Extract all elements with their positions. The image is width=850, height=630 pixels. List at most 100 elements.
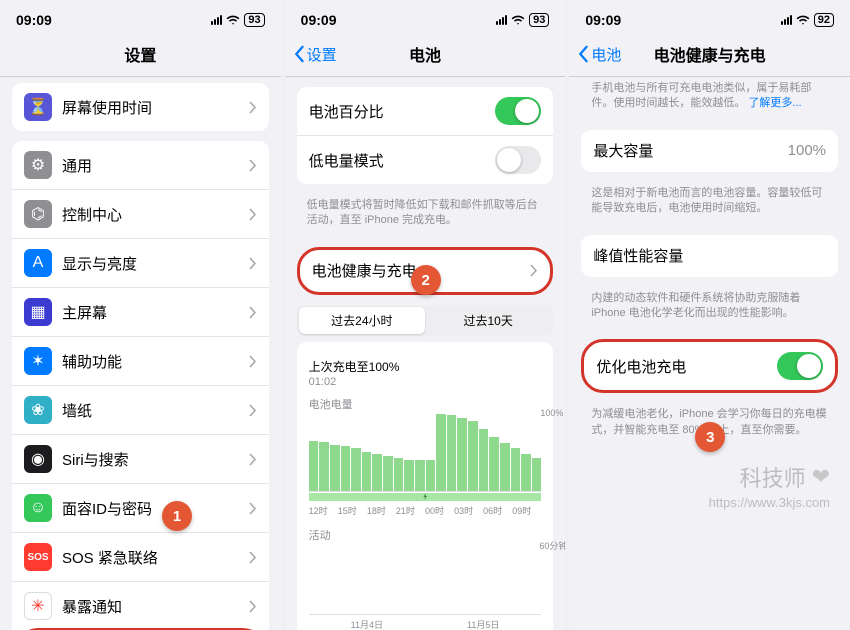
row-control-center[interactable]: ⌬控制中心 bbox=[12, 190, 269, 239]
navbar: 设置 电池 bbox=[285, 34, 566, 77]
phone-settings: 09:09 93 设置 ⏳ 屏幕使用时间 ⚙通用 ⌬控制中心 A显示与亮度 ▦主… bbox=[0, 0, 281, 630]
battery-icon: 93 bbox=[244, 13, 264, 27]
navbar: 设置 bbox=[0, 34, 281, 77]
chevron-right-icon bbox=[249, 355, 257, 368]
flower-icon: ❀ bbox=[24, 396, 52, 424]
sos-icon: SOS bbox=[24, 543, 52, 571]
date-label-2: 11月5日 bbox=[425, 618, 541, 630]
chevron-left-icon bbox=[577, 45, 589, 63]
charging-strip bbox=[309, 493, 542, 501]
max-capacity-value: 100% bbox=[788, 142, 826, 159]
chevron-right-icon bbox=[530, 264, 538, 277]
chevron-right-icon bbox=[249, 257, 257, 270]
chevron-right-icon bbox=[249, 101, 257, 114]
row-siri[interactable]: ◉Siri与搜索 bbox=[12, 435, 269, 484]
text-size-icon: A bbox=[24, 249, 52, 277]
row-accessibility[interactable]: ✶辅助功能 bbox=[12, 337, 269, 386]
row-exposure[interactable]: ✳暴露通知 bbox=[12, 582, 269, 630]
group-optimized: 优化电池充电 bbox=[581, 339, 838, 393]
row-peak[interactable]: 峰值性能容量 bbox=[581, 235, 838, 277]
status-bar: 09:09 92 bbox=[569, 0, 850, 34]
grid-icon: ▦ bbox=[24, 298, 52, 326]
wifi-icon bbox=[226, 13, 240, 27]
exposure-icon: ✳ bbox=[24, 592, 52, 620]
row-max-capacity[interactable]: 最大容量 100% bbox=[581, 130, 838, 172]
heart-icon: ❤ bbox=[812, 464, 830, 490]
group-toggles: 电池百分比 低电量模式 bbox=[297, 87, 554, 184]
intro-note: 手机电池与所有可充电电池类似，属于易耗部件。使用时间越长，能效越低。 了解更多.… bbox=[569, 77, 850, 120]
step-badge-3: 3 bbox=[695, 422, 725, 452]
navbar: 电池 电池健康与充电 bbox=[569, 34, 850, 77]
battery-icon: 93 bbox=[529, 13, 549, 27]
group-main: ⚙通用 ⌬控制中心 A显示与亮度 ▦主屏幕 ✶辅助功能 ❀墙纸 ◉Siri与搜索… bbox=[12, 141, 269, 630]
gear-icon: ⚙ bbox=[24, 151, 52, 179]
siri-icon: ◉ bbox=[24, 445, 52, 473]
row-wallpaper[interactable]: ❀墙纸 bbox=[12, 386, 269, 435]
last-charge-label: 上次充电至100% bbox=[309, 358, 542, 375]
status-bar: 09:09 93 bbox=[0, 0, 281, 34]
hourglass-icon: ⏳ bbox=[24, 93, 52, 121]
activity-chart-label: 活动 bbox=[309, 527, 542, 545]
chevron-right-icon bbox=[249, 453, 257, 466]
step-badge-2: 2 bbox=[411, 265, 441, 295]
row-display[interactable]: A显示与亮度 bbox=[12, 239, 269, 288]
switches-icon: ⌬ bbox=[24, 200, 52, 228]
seg-10d[interactable]: 过去10天 bbox=[425, 307, 551, 334]
row-screentime[interactable]: ⏳ 屏幕使用时间 bbox=[12, 83, 269, 131]
row-faceid[interactable]: ☺面容ID与密码 bbox=[12, 484, 269, 533]
activity-chart: 60分钟 bbox=[309, 545, 542, 615]
signal-icon bbox=[496, 15, 507, 25]
page-title: 电池 bbox=[409, 42, 441, 66]
chevron-right-icon bbox=[249, 208, 257, 221]
chevron-right-icon bbox=[249, 502, 257, 515]
chevron-right-icon bbox=[249, 551, 257, 564]
status-time: 09:09 bbox=[585, 12, 780, 28]
watermark: 科技师❤ https://www.3kjs.com bbox=[709, 461, 830, 510]
row-general[interactable]: ⚙通用 bbox=[12, 141, 269, 190]
status-bar: 09:09 93 bbox=[285, 0, 566, 34]
level-chart-label: 电池电量 bbox=[309, 396, 542, 414]
wifi-icon bbox=[796, 13, 810, 27]
page-title: 电池健康与充电 bbox=[654, 42, 766, 66]
x-axis-ticks: 12时15时18时21时00时03时06时09时 bbox=[309, 504, 542, 517]
last-charge-time: 01:02 bbox=[309, 376, 542, 388]
toggle-optimized-charging[interactable] bbox=[777, 352, 823, 380]
status-time: 09:09 bbox=[16, 12, 211, 28]
chevron-right-icon bbox=[249, 159, 257, 172]
battery-content[interactable]: 电池百分比 低电量模式 低电量模式将暂时降低如下载和邮件抓取等后台活动，直至 i… bbox=[285, 77, 566, 630]
back-button[interactable]: 电池 bbox=[577, 44, 621, 65]
level-chart: 100% bbox=[309, 414, 542, 492]
group-max-capacity: 最大容量 100% bbox=[581, 130, 838, 172]
group-peak: 峰值性能容量 bbox=[581, 235, 838, 277]
back-button[interactable]: 设置 bbox=[293, 44, 337, 65]
row-sos[interactable]: SOSSOS 紧急联络 bbox=[12, 533, 269, 582]
health-content[interactable]: 手机电池与所有可充电电池类似，属于易耗部件。使用时间越长，能效越低。 了解更多.… bbox=[569, 77, 850, 630]
toggle-low-power[interactable] bbox=[495, 146, 541, 174]
learn-more-link[interactable]: 了解更多... bbox=[748, 97, 801, 109]
low-power-note: 低电量模式将暂时降低如下载和邮件抓取等后台活动，直至 iPhone 完成充电。 bbox=[285, 194, 566, 237]
segment-control[interactable]: 过去24小时 过去10天 bbox=[297, 305, 554, 336]
settings-list[interactable]: ⏳ 屏幕使用时间 ⚙通用 ⌬控制中心 A显示与亮度 ▦主屏幕 ✶辅助功能 ❀墙纸… bbox=[0, 77, 281, 630]
peak-note: 内建的动态软件和硬件系统将协助克服随着 iPhone 电池化学老化而出现的性能影… bbox=[569, 287, 850, 330]
page-title: 设置 bbox=[124, 42, 156, 66]
step-badge-1: 1 bbox=[162, 501, 192, 531]
seg-24h[interactable]: 过去24小时 bbox=[299, 307, 425, 334]
status-time: 09:09 bbox=[301, 12, 496, 28]
wifi-icon bbox=[511, 13, 525, 27]
row-low-power[interactable]: 低电量模式 bbox=[297, 136, 554, 184]
chevron-right-icon bbox=[249, 404, 257, 417]
row-optimized-charging[interactable]: 优化电池充电 bbox=[584, 342, 835, 390]
row-home[interactable]: ▦主屏幕 bbox=[12, 288, 269, 337]
date-label-1: 11月4日 bbox=[309, 618, 425, 630]
max-capacity-note: 这是相对于新电池而言的电池容量。容量较低可能导致充电后，电池使用时间缩短。 bbox=[569, 182, 850, 225]
battery-icon: 92 bbox=[814, 13, 834, 27]
toggle-battery-percent[interactable] bbox=[495, 97, 541, 125]
phone-battery-health: 09:09 92 电池 电池健康与充电 手机电池与所有可充电电池类似，属于易耗部… bbox=[569, 0, 850, 630]
chevron-left-icon bbox=[293, 45, 305, 63]
group-screentime: ⏳ 屏幕使用时间 bbox=[12, 83, 269, 131]
chevron-right-icon bbox=[249, 306, 257, 319]
row-battery-percent[interactable]: 电池百分比 bbox=[297, 87, 554, 136]
phone-battery: 09:09 93 设置 电池 电池百分比 低电量模式 低电量模式将暂时降低如下载… bbox=[285, 0, 566, 630]
accessibility-icon: ✶ bbox=[24, 347, 52, 375]
signal-icon bbox=[211, 15, 222, 25]
